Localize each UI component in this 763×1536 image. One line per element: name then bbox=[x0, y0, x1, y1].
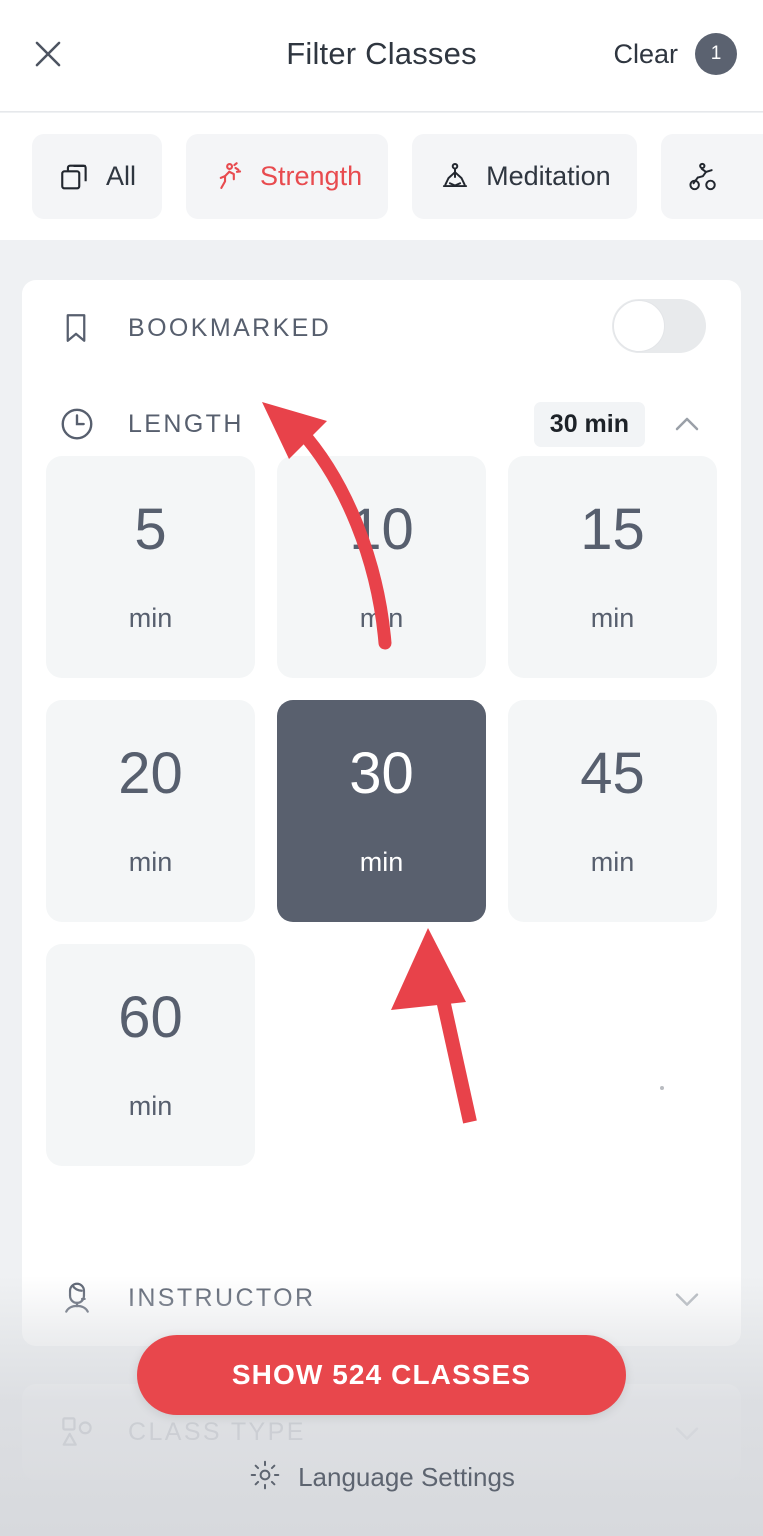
length-option-value: 5 bbox=[134, 496, 167, 562]
clear-label: Clear bbox=[613, 38, 678, 69]
length-option-60[interactable]: 60 min bbox=[46, 944, 255, 1166]
category-chips-scroller[interactable]: All Strength Meditation bbox=[0, 113, 763, 240]
length-option-unit: min bbox=[128, 846, 173, 877]
chip-meditation-label: Meditation bbox=[486, 161, 611, 191]
shapes-icon bbox=[58, 1413, 106, 1451]
meditation-icon bbox=[438, 160, 472, 194]
length-selected-value: 30 min bbox=[533, 401, 645, 447]
show-classes-label: SHOW 524 CLASSES bbox=[231, 1359, 532, 1390]
instructor-label: INSTRUCTOR bbox=[128, 1283, 316, 1312]
length-label: LENGTH bbox=[128, 409, 244, 438]
active-filter-count-badge: 1 bbox=[695, 33, 737, 75]
chip-meditation[interactable]: Meditation bbox=[412, 134, 637, 219]
screen-speck bbox=[660, 1086, 664, 1090]
header-bar: Filter Classes Clear 1 bbox=[0, 0, 763, 112]
language-settings-button[interactable]: Language Settings bbox=[0, 1458, 763, 1497]
length-option-10[interactable]: 10 min bbox=[277, 456, 486, 678]
filter-classes-screen: Filter Classes Clear 1 All Strength Medi… bbox=[0, 0, 763, 1536]
length-option-15[interactable]: 15 min bbox=[508, 456, 717, 678]
chip-strength[interactable]: Strength bbox=[186, 134, 389, 219]
bookmarked-toggle[interactable] bbox=[611, 298, 707, 359]
bookmarked-row[interactable]: BOOKMARKED bbox=[22, 280, 741, 376]
clock-icon bbox=[58, 405, 106, 443]
length-option-unit: min bbox=[128, 1090, 173, 1121]
show-classes-button[interactable]: SHOW 524 CLASSES bbox=[137, 1335, 626, 1415]
chip-cycling[interactable] bbox=[660, 134, 763, 219]
length-option-unit: min bbox=[590, 846, 635, 877]
length-option-value: 60 bbox=[118, 984, 183, 1050]
length-option-value: 45 bbox=[580, 740, 645, 806]
length-option-45[interactable]: 45 min bbox=[508, 700, 717, 922]
instructor-row[interactable]: INSTRUCTOR bbox=[22, 1250, 741, 1346]
length-option-30[interactable]: 30 min bbox=[277, 700, 486, 922]
chip-all[interactable]: All bbox=[32, 134, 163, 219]
length-option-value: 15 bbox=[580, 496, 645, 562]
length-option-value: 10 bbox=[349, 496, 414, 562]
bookmarked-label: BOOKMARKED bbox=[128, 313, 332, 342]
length-option-unit: min bbox=[128, 602, 173, 633]
class-type-label: CLASS TYPE bbox=[128, 1417, 306, 1446]
cycling-person-icon bbox=[687, 160, 721, 194]
chip-all-label: All bbox=[106, 161, 137, 191]
chevron-up-icon[interactable] bbox=[667, 404, 707, 444]
gear-icon bbox=[248, 1458, 282, 1497]
length-option-unit: min bbox=[359, 846, 404, 877]
clear-button[interactable]: Clear 1 bbox=[613, 33, 737, 75]
chevron-down-icon[interactable] bbox=[667, 1412, 707, 1452]
length-option-unit: min bbox=[590, 602, 635, 633]
length-option-unit: min bbox=[359, 602, 404, 633]
chevron-down-icon[interactable] bbox=[667, 1278, 707, 1318]
length-options-grid: 5 min 10 min 15 min 20 min 30 min 45 min… bbox=[22, 456, 741, 1166]
length-filter-card: BOOKMARKED LENGTH 30 min 5 min 10 min 15… bbox=[22, 280, 741, 1280]
instructor-filter-card[interactable]: INSTRUCTOR bbox=[22, 1250, 741, 1346]
language-settings-label: Language Settings bbox=[298, 1462, 515, 1492]
stacked-squares-icon bbox=[58, 160, 92, 194]
length-option-value: 20 bbox=[118, 740, 183, 806]
chip-strength-label: Strength bbox=[260, 161, 363, 191]
instructor-headset-icon bbox=[58, 1279, 106, 1317]
bookmark-icon bbox=[58, 310, 106, 346]
length-option-value: 30 bbox=[349, 740, 414, 806]
length-option-5[interactable]: 5 min bbox=[46, 456, 255, 678]
running-person-icon bbox=[212, 160, 246, 194]
length-option-20[interactable]: 20 min bbox=[46, 700, 255, 922]
